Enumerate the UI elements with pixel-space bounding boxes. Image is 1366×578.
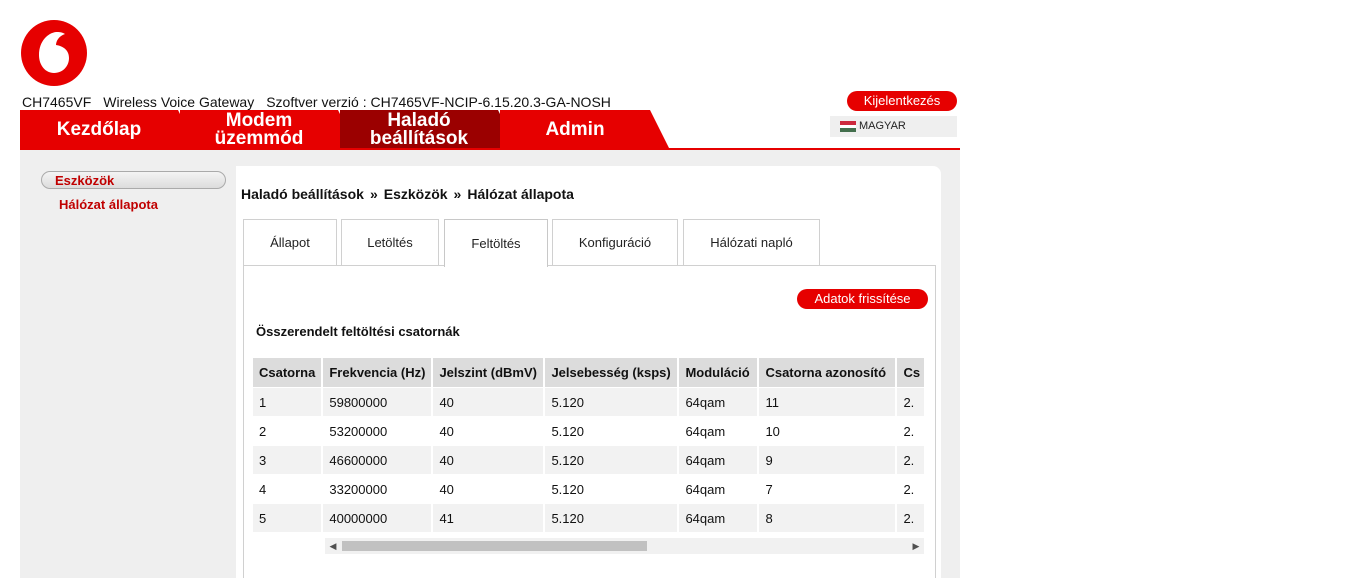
main-nav: Kezdőlap Modem üzemmód Haladó beállításo… (20, 110, 960, 150)
breadcrumb: Haladó beállítások » Eszközök » Hálózat álla… (241, 186, 574, 202)
table-cell: 5 (253, 504, 322, 532)
table-cell: 40 (433, 388, 544, 417)
table-cell: 40 (433, 475, 544, 504)
sidebar-group-tools[interactable]: Eszközök (41, 171, 226, 189)
device-type: Wireless Voice Gateway (103, 94, 255, 110)
table-cell: 40 (433, 446, 544, 475)
upstream-channels-table: Csatorna Frekvencia (Hz) Jelszint (dBmV)… (253, 358, 924, 532)
logout-button[interactable]: Kijelentkezés (847, 91, 957, 111)
table-cell: 64qam (679, 388, 758, 417)
table-cell: 64qam (679, 504, 758, 532)
column-header: Jelszint (dBmV) (433, 358, 544, 388)
vodafone-logo (21, 20, 87, 86)
table-cell: 2 (253, 417, 322, 446)
table-cell: 2. (897, 446, 924, 475)
breadcrumb-separator: » (369, 186, 378, 202)
device-info: CH7465VF Wireless Voice Gateway Szoftver v… (22, 94, 623, 110)
table-row: 4 33200000 40 5.120 64qam 7 2. (253, 475, 924, 504)
tab-configuration[interactable]: Konfiguráció (552, 219, 678, 265)
table-cell: 33200000 (323, 475, 432, 504)
table-cell: 59800000 (323, 388, 432, 417)
table-cell: 40 (433, 417, 544, 446)
table-cell: 40000000 (323, 504, 432, 532)
table-cell: 2. (897, 504, 924, 532)
scroll-left-arrow-icon[interactable]: ◀ (325, 538, 341, 554)
nav-tab-admin[interactable]: Admin (500, 110, 670, 150)
table-cell: 7 (759, 475, 896, 504)
section-title: Összerendelt feltöltési csatornák (256, 324, 460, 339)
table-cell: 3 (253, 446, 322, 475)
table-cell: 2. (897, 417, 924, 446)
table-cell: 41 (433, 504, 544, 532)
software-version: Szoftver verzió : CH7465VF-NCIP-6.15.20.… (266, 94, 611, 110)
breadcrumb-item: Eszközök (383, 186, 448, 202)
breadcrumb-item: Haladó beállítások (241, 186, 364, 202)
nav-tab-home-label: Kezdőlap (56, 119, 142, 140)
table-cell: 1 (253, 388, 322, 417)
tab-upload[interactable]: Feltöltés (444, 219, 548, 267)
nav-tab-home[interactable]: Kezdőlap (20, 110, 198, 150)
table-row: 1 59800000 40 5.120 64qam 11 2. (253, 388, 924, 417)
table-header-row: Csatorna Frekvencia (Hz) Jelszint (dBmV)… (253, 358, 924, 388)
tab-edge-shape (650, 110, 670, 150)
tab-download[interactable]: Letöltés (341, 219, 439, 265)
table-cell: 64qam (679, 475, 758, 504)
column-header: Csatorna (253, 358, 322, 388)
column-header: Moduláció (679, 358, 758, 388)
table-row: 2 53200000 40 5.120 64qam 10 2. (253, 417, 924, 446)
table-cell: 5.120 (545, 446, 678, 475)
table-horizontal-scrollbar[interactable]: ◀ ▶ (325, 538, 924, 554)
breadcrumb-item: Hálózat állapota (467, 186, 574, 202)
table-cell: 10 (759, 417, 896, 446)
sidebar-group-label: Eszközök (55, 173, 115, 188)
column-header: Csatorna azonosító (759, 358, 896, 388)
breadcrumb-separator: » (453, 186, 462, 202)
column-header: Cs (897, 358, 924, 388)
table-cell: 8 (759, 504, 896, 532)
table-cell: 2. (897, 475, 924, 504)
nav-tab-modem-mode[interactable]: Modem üzemmód (180, 110, 358, 150)
table-cell: 46600000 (323, 446, 432, 475)
column-header: Frekvencia (Hz) (323, 358, 432, 388)
table-cell: 64qam (679, 446, 758, 475)
table-row: 5 40000000 41 5.120 64qam 8 2. (253, 504, 924, 532)
scroll-right-arrow-icon[interactable]: ▶ (908, 538, 924, 554)
table-cell: 64qam (679, 417, 758, 446)
table-cell: 5.120 (545, 388, 678, 417)
table-cell: 5.120 (545, 475, 678, 504)
nav-tab-advanced-settings-label: Haladó beállítások (369, 110, 469, 149)
table-cell: 4 (253, 475, 322, 504)
column-header: Jelsebesség (ksps) (545, 358, 678, 388)
table-cell: 5.120 (545, 417, 678, 446)
device-model: CH7465VF (22, 94, 92, 110)
table-cell: 11 (759, 388, 896, 417)
table-cell: 53200000 (323, 417, 432, 446)
tab-network-log[interactable]: Hálózati napló (683, 219, 820, 265)
table-cell: 9 (759, 446, 896, 475)
tab-status[interactable]: Állapot (243, 219, 337, 265)
table-cell: 2. (897, 388, 924, 417)
scrollbar-thumb[interactable] (342, 541, 647, 551)
sidebar (20, 150, 236, 578)
refresh-data-button[interactable]: Adatok frissítése (797, 289, 928, 309)
nav-tab-modem-mode-label: Modem üzemmód (214, 110, 304, 149)
nav-tab-advanced-settings[interactable]: Haladó beállítások (340, 110, 518, 150)
table-cell: 5.120 (545, 504, 678, 532)
nav-tab-admin-label: Admin (545, 119, 605, 140)
table-row: 3 46600000 40 5.120 64qam 9 2. (253, 446, 924, 475)
sidebar-item-network-status[interactable]: Hálózat állapota (59, 197, 158, 212)
